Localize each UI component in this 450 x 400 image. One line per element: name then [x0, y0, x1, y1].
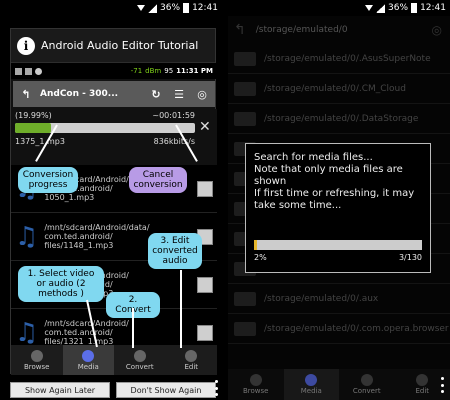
callout-cancel-conversion: Cancel conversion [129, 167, 187, 193]
dbm-unit: dBm [145, 67, 162, 75]
path-header: ↰ /storage/emulated/0 ◎ [228, 16, 450, 44]
music-note-icon: ♫ [15, 317, 39, 348]
media-search-progress-fill [254, 240, 258, 250]
media-dialog-line-3: shown [254, 176, 287, 187]
right-bottom-tab-bar: Browse Media Convert Edit [228, 369, 450, 400]
tab-browse[interactable]: Browse [228, 369, 284, 400]
usb-icon [25, 67, 32, 75]
media-progress-count: 3/130 [398, 253, 422, 262]
clock: 12:41 [192, 3, 218, 13]
battery-percent: 36% [160, 3, 181, 13]
media-dialog-line-2: Note that only media files are [254, 164, 403, 175]
menu-list-icon[interactable]: ☰ [170, 85, 188, 103]
file-checkbox[interactable] [197, 324, 213, 341]
conversion-progress-row: (19.99%) ~00:01:59 ✕ 1375_1.mp3 836kbits… [11, 109, 217, 165]
search-icon [82, 349, 95, 362]
signal-icon [148, 3, 158, 13]
folder-icon [234, 321, 256, 336]
conversion-progress-bar [15, 123, 195, 133]
sync-icon [35, 67, 42, 75]
app-icon [15, 67, 22, 75]
status-bar: 36% 12:41 [0, 0, 222, 16]
signal-strength: -71 [130, 67, 143, 75]
wifi-icon [365, 5, 374, 11]
list-item[interactable]: /storage/emulated/0/.AsusSuperNote [228, 44, 450, 74]
browse-icon [30, 349, 43, 362]
bottom-tab-bar: Browse Media Convert Edit [11, 345, 217, 375]
battery-icon [411, 3, 418, 13]
folder-icon [234, 51, 256, 66]
list-item[interactable]: /storage/emulated/0/.aux [228, 284, 450, 314]
refresh-icon[interactable]: ↻ [147, 85, 165, 103]
battery-level: 95 [164, 67, 174, 75]
pointer-line [132, 308, 134, 348]
dont-show-again-button[interactable]: Don't Show Again [116, 382, 216, 398]
back-arrow-icon[interactable]: ↰ [17, 85, 35, 103]
overflow-menu-icon[interactable] [214, 380, 218, 396]
list-item[interactable]: /storage/emulated/0/.DataStorage [228, 104, 450, 134]
settings-icon[interactable]: ◎ [193, 85, 211, 103]
edit-icon [416, 374, 429, 386]
folder-icon [234, 81, 256, 96]
folder-icon [234, 111, 256, 126]
pointer-line [180, 270, 182, 348]
progress-file: 1375_1.mp3 [15, 137, 65, 146]
tab-edit[interactable]: Edit [166, 345, 218, 375]
search-icon [305, 374, 318, 386]
edit-icon [185, 349, 198, 362]
progress-percent: (19.99%) [15, 111, 52, 120]
cancel-icon[interactable]: ✕ [199, 119, 211, 135]
app-action-bar: ↰ AndCon - 300... ↻ ☰ ◎ [13, 81, 215, 107]
status-bar-right: 36% 12:41 [228, 0, 450, 16]
media-search-dialog: Search for media files... Note that only… [245, 143, 431, 273]
media-dialog-line-5: take some time... [254, 200, 342, 211]
overflow-menu-icon-right[interactable] [440, 377, 444, 393]
tutorial-dialog: i Android Audio Editor Tutorial -71 dBm … [10, 28, 217, 375]
wifi-icon [137, 5, 146, 11]
back-arrow-icon[interactable]: ↰ [234, 22, 246, 38]
current-path: /storage/emulated/0 [255, 25, 348, 35]
list-item[interactable]: /storage/emulated/0/.CM_Cloud [228, 74, 450, 104]
list-item[interactable]: /storage/emulated/0/.com.opera.browser [228, 314, 450, 344]
file-checkbox[interactable] [197, 180, 213, 197]
callout-conversion-progress: Conversion progress [18, 167, 78, 193]
dialog-title: Android Audio Editor Tutorial [41, 39, 199, 52]
music-note-icon: ♫ [15, 221, 39, 252]
signal-icon [376, 3, 386, 13]
show-again-later-button[interactable]: Show Again Later [10, 382, 110, 398]
browse-icon [249, 374, 262, 386]
callout-edit: 3. Edit converted audio [148, 233, 202, 269]
tab-media[interactable]: Media [62, 345, 114, 375]
inner-status-bar: -71 dBm 95 11:31 PM [11, 63, 217, 79]
battery-percent: 36% [388, 3, 409, 13]
settings-icon[interactable]: ◎ [432, 23, 442, 37]
file-path: /mnt/sdcard/Android/data/com.ted.android… [44, 223, 150, 250]
folder-icon [234, 291, 256, 306]
conversion-progress-fill [15, 123, 51, 133]
tab-browse[interactable]: Browse [11, 345, 63, 375]
tab-media[interactable]: Media [283, 369, 339, 400]
media-dialog-line-1: Search for media files... [254, 152, 373, 163]
convert-icon [133, 349, 146, 362]
dialog-title-bar: i Android Audio Editor Tutorial [11, 29, 215, 63]
conversion-title: AndCon - 300... [40, 89, 119, 99]
file-checkbox[interactable] [197, 276, 213, 293]
info-icon: i [17, 36, 35, 55]
tab-convert[interactable]: Convert [114, 345, 166, 375]
battery-icon [183, 3, 190, 13]
inner-clock: 11:31 PM [176, 67, 213, 75]
tab-convert[interactable]: Convert [339, 369, 395, 400]
progress-remaining: ~00:01:59 [152, 111, 195, 120]
clock: 12:41 [420, 3, 446, 13]
convert-icon [360, 374, 373, 386]
left-screenshot: 36% 12:41 i Android Audio Editor Tutoria… [0, 0, 222, 400]
callout-select-media: 1. Select video or audio (2 methods ) [18, 266, 104, 302]
media-dialog-line-4: If first time or refreshing, it may [254, 188, 415, 199]
media-progress-percent: 2% [254, 253, 267, 262]
file-path: /mnt/sdcard/Android/com.ted.android/file… [44, 319, 129, 346]
media-search-progress-bar [254, 240, 422, 250]
